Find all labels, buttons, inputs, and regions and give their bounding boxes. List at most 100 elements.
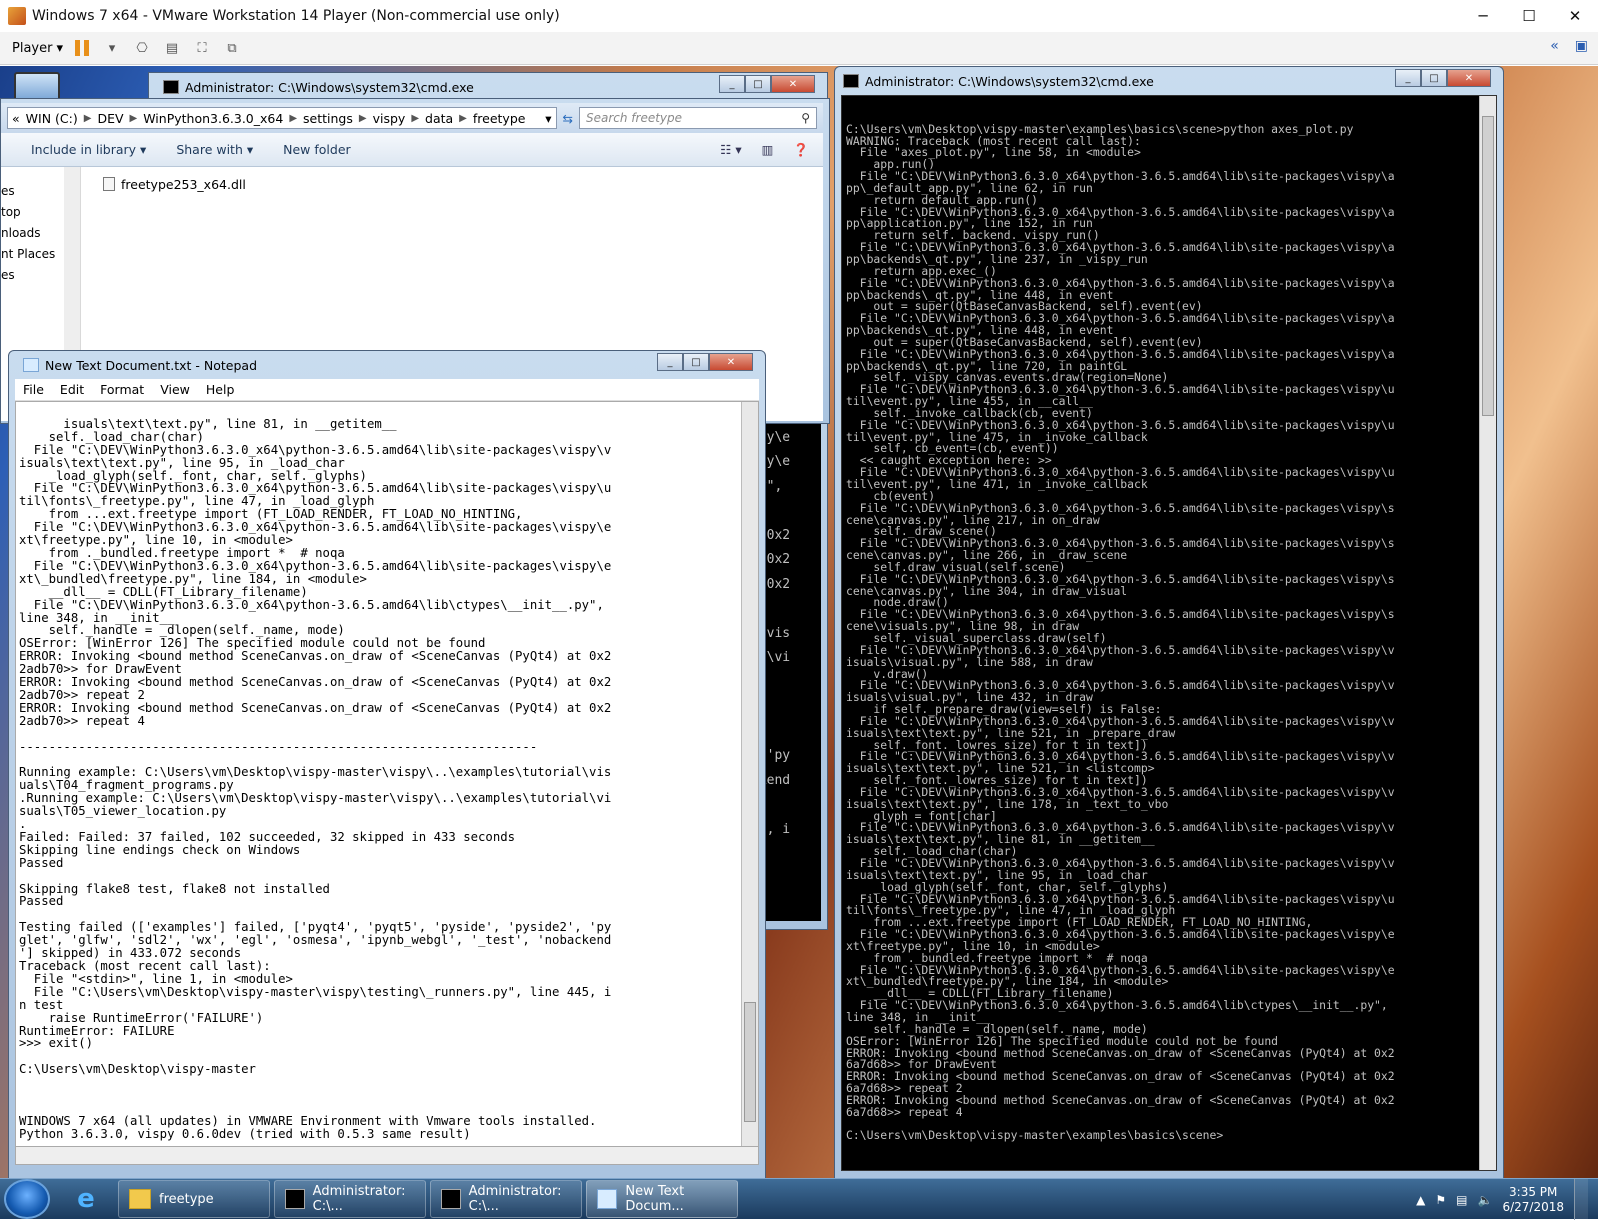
maximize-button[interactable]: □ <box>683 353 709 371</box>
pause-dropdown[interactable]: ▾ <box>101 38 123 58</box>
notepad-icon <box>597 1189 618 1209</box>
taskbar-item-label: Administrator: C:\... <box>312 1184 406 1214</box>
action-center-icon[interactable]: ⚑ <box>1435 1193 1446 1207</box>
maximize-button[interactable]: □ <box>745 75 771 93</box>
address-bar-row: « WIN (C:) ▶ DEV ▶ WinPython3.6.3.0_x64 ▶ s… <box>1 103 823 133</box>
menu-format[interactable]: Format <box>100 382 144 397</box>
notepad-text-area[interactable]: isuals\text\text.py", line 81, in __geti… <box>15 401 759 1147</box>
clock[interactable]: 3:35 PM 6/27/2018 <box>1502 1185 1564 1215</box>
keyboard-icon: ⎔ <box>136 40 148 56</box>
search-input[interactable]: Search freetype ⚲ <box>579 107 817 129</box>
minimize-button[interactable]: ─ <box>1460 0 1506 32</box>
notepad-icon <box>23 358 39 372</box>
cmd-back-titlebar[interactable]: Administrator: C:\Windows\system32\cmd.e… <box>155 73 821 101</box>
taskbar-item-cmd-1[interactable]: Administrator: C:\... <box>274 1180 426 1218</box>
menu-view[interactable]: View <box>160 382 190 397</box>
notepad-window[interactable]: New Text Document.txt - Notepad _ □ ✕ Fi… <box>8 350 766 1214</box>
minimize-button[interactable]: _ <box>657 353 683 371</box>
chevron-right-icon: ▶ <box>129 112 138 124</box>
chevron-right-icon: ▶ <box>459 112 467 124</box>
close-button[interactable]: ✕ <box>771 75 815 93</box>
vm-screen-icon[interactable]: ▣ <box>1575 38 1588 54</box>
console-scrollbar[interactable] <box>1479 96 1496 1170</box>
device-icon: ▤ <box>165 40 179 56</box>
minimize-button[interactable]: _ <box>1395 69 1421 87</box>
file-item[interactable]: freetype253_x64.dll <box>121 177 246 192</box>
include-in-library-button[interactable]: Include in library ▾ <box>31 142 146 157</box>
breadcrumb-item[interactable]: WinPython3.6.3.0_x64 <box>143 111 283 126</box>
removable-devices-button[interactable]: ▤ <box>161 38 183 58</box>
menu-help[interactable]: Help <box>206 382 235 397</box>
close-button[interactable]: ✕ <box>1552 0 1598 32</box>
cmd-back-title: Administrator: C:\Windows\system32\cmd.e… <box>185 79 474 95</box>
breadcrumb-item[interactable]: settings <box>303 111 353 126</box>
chevron-right-icon: ▶ <box>358 112 367 124</box>
breadcrumb-item[interactable]: freetype <box>473 111 526 126</box>
close-button[interactable]: ✕ <box>1447 69 1491 87</box>
search-icon[interactable]: ⚲ <box>801 111 810 125</box>
minimize-button[interactable]: _ <box>719 75 745 93</box>
internet-explorer-icon[interactable]: e <box>58 1180 114 1218</box>
new-folder-button[interactable]: New folder <box>283 142 351 157</box>
view-options-icon[interactable]: ☷ ▾ <box>720 142 741 158</box>
network-icon[interactable]: ▤ <box>1456 1193 1467 1207</box>
chevron-down-icon: ▾ <box>108 40 116 56</box>
menu-file[interactable]: File <box>23 382 44 397</box>
volume-icon[interactable]: 🔈 <box>1478 1193 1493 1207</box>
vmware-toolbar: Player ▾ ▾ ⎔ ▤ ⛶ ⧉ « ▣ <box>0 32 1598 65</box>
maximize-button[interactable]: □ <box>1421 69 1447 87</box>
player-menu-button[interactable]: Player ▾ <box>12 41 63 56</box>
scrollbar-thumb[interactable] <box>744 1002 756 1122</box>
system-tray: ▲ ⚑ ▤ 🔈 3:35 PM 6/27/2018 <box>1416 1179 1598 1220</box>
breadcrumb-item[interactable]: WIN (C:) <box>26 111 78 126</box>
chevron-down-icon[interactable]: ▾ <box>545 111 551 126</box>
preview-pane-icon[interactable]: ▥ <box>762 142 774 158</box>
scrollbar-thumb[interactable] <box>1482 116 1494 416</box>
show-hidden-icons-icon[interactable]: ▲ <box>1416 1193 1425 1207</box>
search-placeholder: Search freetype <box>586 111 683 125</box>
cmd-front-title: Administrator: C:\Windows\system32\cmd.e… <box>865 73 1154 89</box>
fit-icon: ⛶ <box>197 40 207 56</box>
clock-date: 6/27/2018 <box>1502 1199 1564 1214</box>
vmware-titlebar: Windows 7 x64 - VMware Workstation 14 Pl… <box>0 0 1598 32</box>
show-desktop-button[interactable] <box>1574 1179 1588 1220</box>
breadcrumb-item[interactable]: vispy <box>373 111 406 126</box>
taskbar-item-label: Administrator: C:\... <box>468 1184 562 1214</box>
notepad-vertical-scrollbar[interactable] <box>741 402 758 1146</box>
taskbar-item-label: New Text Docum... <box>625 1184 685 1214</box>
taskbar-item-explorer[interactable]: freetype <box>118 1180 270 1218</box>
taskbar-item-cmd-2[interactable]: Administrator: C:\... <box>430 1180 582 1218</box>
cmd-icon <box>441 1189 461 1209</box>
menu-edit[interactable]: Edit <box>60 382 84 397</box>
vmware-app-icon <box>8 7 26 25</box>
maximize-button[interactable]: ☐ <box>1506 0 1552 32</box>
cmd-icon <box>163 80 179 94</box>
notepad-horizontal-scrollbar[interactable] <box>15 1147 759 1165</box>
explorer-command-bar: Include in library ▾ Share with ▾ New fo… <box>1 133 823 167</box>
notepad-menubar: File Edit Format View Help <box>15 379 759 401</box>
collapse-library-icon[interactable]: « <box>1550 38 1559 54</box>
close-button[interactable]: ✕ <box>709 353 753 371</box>
chevron-left-icon[interactable]: « <box>12 111 20 126</box>
explorer-titlebar[interactable] <box>1 99 823 103</box>
breadcrumb[interactable]: « WIN (C:) ▶ DEV ▶ WinPython3.6.3.0_x64 ▶ s… <box>7 107 557 129</box>
refresh-icon[interactable]: ⇆ <box>563 111 573 126</box>
vmware-window-title: Windows 7 x64 - VMware Workstation 14 Pl… <box>32 8 560 24</box>
fit-guest-button[interactable]: ⛶ <box>191 38 213 58</box>
cmd-front-console[interactable]: C:\Users\vm\Desktop\vispy-master\example… <box>841 95 1497 1171</box>
help-icon[interactable]: ❓ <box>793 142 809 158</box>
unity-button[interactable]: ⧉ <box>221 38 243 58</box>
send-ctrl-alt-del-button[interactable]: ⎔ <box>131 38 153 58</box>
pause-button[interactable] <box>71 38 93 58</box>
cmd-front-titlebar[interactable]: Administrator: C:\Windows\system32\cmd.e… <box>841 67 1497 95</box>
player-menu-label: Player <box>12 40 53 56</box>
notepad-titlebar[interactable]: New Text Document.txt - Notepad _ □ ✕ <box>15 351 759 379</box>
share-with-button[interactable]: Share with ▾ <box>176 142 253 157</box>
breadcrumb-item[interactable]: data <box>425 111 453 126</box>
notepad-title: New Text Document.txt - Notepad <box>45 357 257 373</box>
taskbar-item-notepad[interactable]: New Text Docum... <box>586 1180 738 1218</box>
breadcrumb-item[interactable]: DEV <box>97 111 123 126</box>
cmd-window-foreground[interactable]: Administrator: C:\Windows\system32\cmd.e… <box>834 66 1504 1186</box>
guest-desktop: Administrator: C:\Windows\system32\cmd.e… <box>0 66 1598 1219</box>
start-button[interactable] <box>4 1179 50 1219</box>
